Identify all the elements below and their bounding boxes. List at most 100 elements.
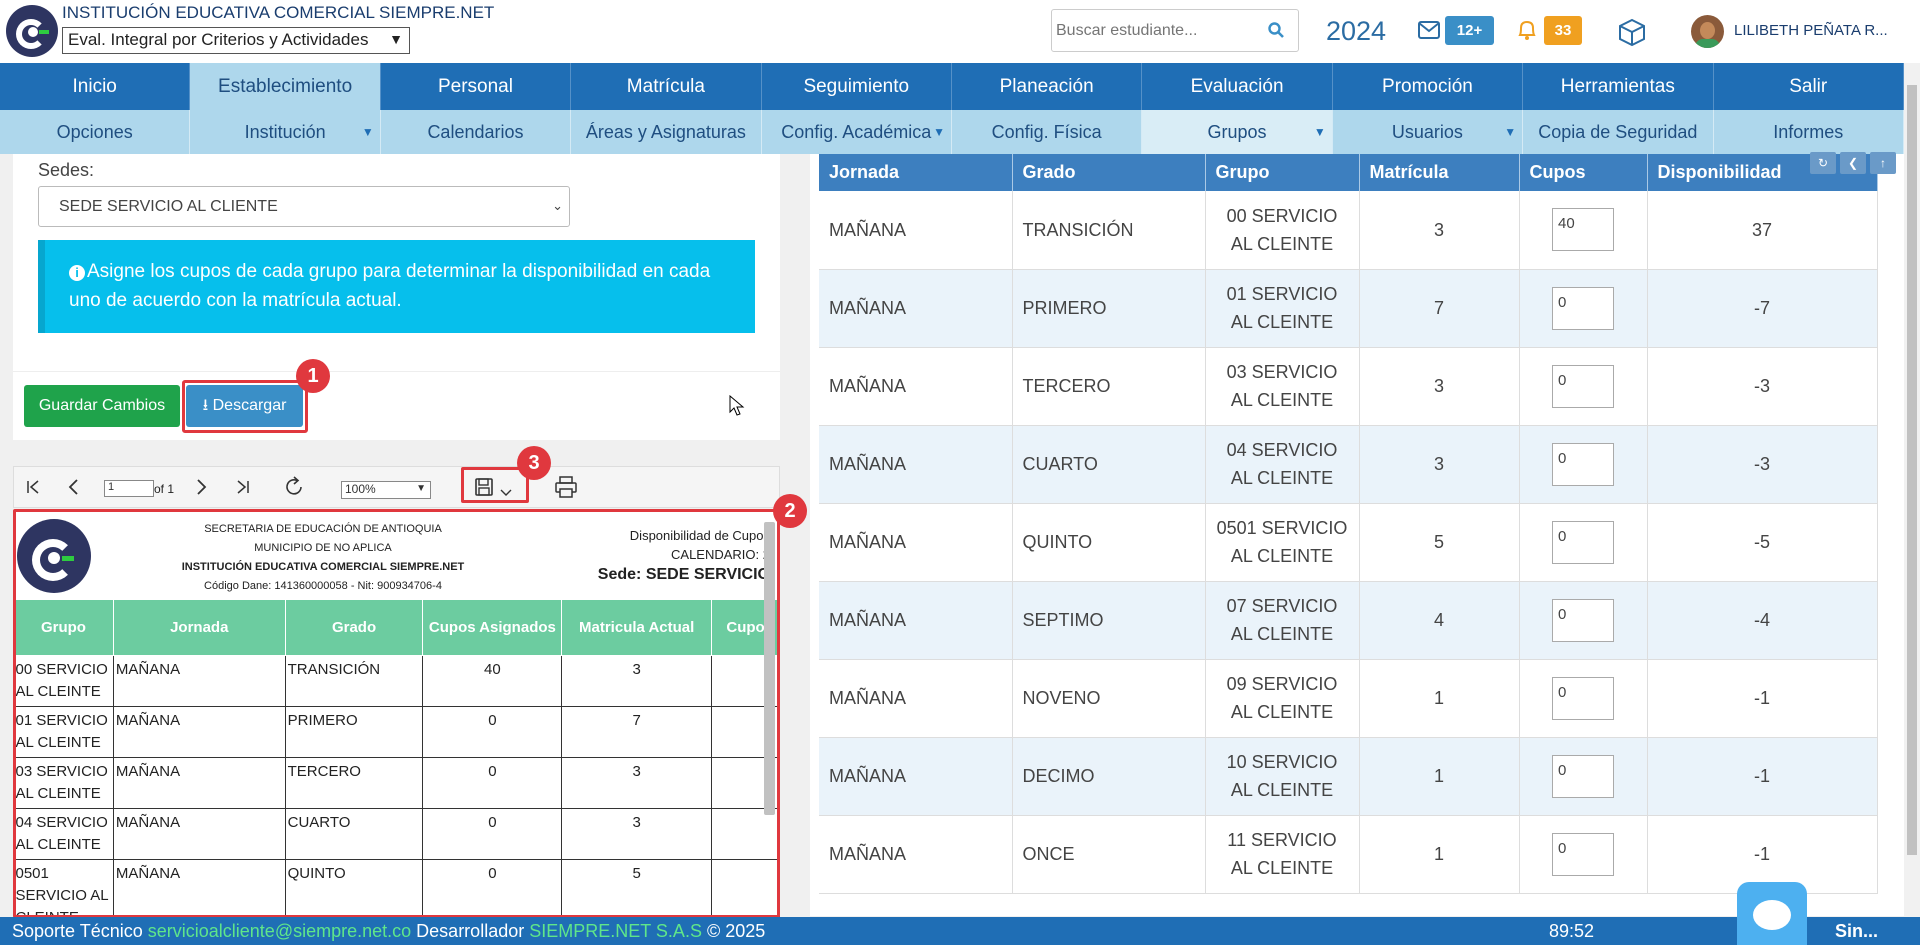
- cell-matricula: 3: [1359, 347, 1520, 426]
- next-page-icon[interactable]: [191, 477, 211, 497]
- cell-disponibilidad: -3: [1647, 347, 1878, 426]
- cupos-input[interactable]: 40: [1552, 208, 1614, 252]
- cube-icon[interactable]: [1617, 17, 1647, 47]
- cupos-input[interactable]: 0: [1552, 754, 1614, 798]
- subnav-areas[interactable]: Áreas y Asignaturas: [571, 110, 762, 154]
- last-page-icon[interactable]: [232, 477, 252, 497]
- collapse-left-icon[interactable]: ❮: [1840, 152, 1866, 174]
- table-row: MAÑANA PRIMERO 01 SERVICIO AL CLEINTE 7 0 -7: [819, 269, 1878, 348]
- print-icon[interactable]: [554, 475, 578, 499]
- marker-1: 1: [296, 359, 330, 393]
- subnav-usuarios[interactable]: Usuarios ▼: [1333, 110, 1524, 154]
- cell-grado: QUINTO: [1012, 503, 1206, 582]
- subnav-informes[interactable]: Informes: [1714, 110, 1904, 154]
- cupos-input[interactable]: 0: [1552, 598, 1614, 642]
- nav-salir[interactable]: Salir: [1714, 63, 1904, 110]
- student-search-input[interactable]: [1052, 10, 1242, 51]
- chat-widget-button[interactable]: [1737, 882, 1807, 945]
- nav-planeacion[interactable]: Planeación: [952, 63, 1143, 110]
- nav-evaluacion[interactable]: Evaluación: [1142, 63, 1333, 110]
- nav-herramientas[interactable]: Herramientas: [1523, 63, 1714, 110]
- cell-disponibilidad: -1: [1647, 659, 1878, 738]
- support-email-link[interactable]: servicioalcliente@siempre.net.co: [148, 921, 411, 941]
- page-number-input[interactable]: 1: [104, 480, 154, 497]
- cell-matricula: 7: [1359, 269, 1520, 348]
- chevron-down-icon: ⌄: [552, 198, 563, 213]
- user-name[interactable]: LILIBETH PEÑATA R...: [1734, 22, 1888, 39]
- refresh-icon[interactable]: [282, 475, 306, 499]
- nav-establecimiento[interactable]: Establecimiento: [190, 63, 381, 110]
- highlight-box-3: [461, 467, 529, 503]
- cupos-input[interactable]: 0: [1552, 520, 1614, 564]
- scrollbar-thumb[interactable]: [1907, 85, 1917, 855]
- info-icon: i: [69, 265, 85, 281]
- cupos-input[interactable]: 0: [1552, 286, 1614, 330]
- nav-promocion[interactable]: Promoción: [1333, 63, 1524, 110]
- messages-badge[interactable]: 12+: [1445, 16, 1494, 45]
- support-label: Soporte Técnico: [12, 921, 143, 941]
- main-nav: Inicio Establecimiento Personal Matrícul…: [0, 63, 1904, 110]
- first-page-icon[interactable]: [24, 477, 44, 497]
- cell-grado: NOVENO: [1012, 659, 1206, 738]
- cell-grupo: 11 SERVICIO AL CLEINTE: [1205, 815, 1360, 894]
- cell-grado: TRANSICIÓN: [1012, 191, 1206, 270]
- cell-matricula: 4: [1359, 581, 1520, 660]
- cell-disponibilidad: 37: [1647, 191, 1878, 270]
- subnav-institucion[interactable]: Institución ▼: [190, 110, 381, 154]
- user-avatar[interactable]: [1691, 15, 1724, 48]
- cell-grupo: 07 SERVICIO AL CLEINTE: [1205, 581, 1360, 660]
- cell-jornada: MAÑANA: [819, 581, 1013, 660]
- marker-3: 3: [517, 446, 551, 480]
- subnav-config-academica[interactable]: Config. Académica ▼: [762, 110, 952, 154]
- divider: [13, 371, 780, 372]
- academic-year[interactable]: 2024: [1326, 16, 1386, 47]
- cell-matricula: 1: [1359, 737, 1520, 816]
- caret-down-icon: ▼: [1504, 125, 1517, 139]
- cell-jornada: MAÑANA: [819, 737, 1013, 816]
- cupos-input[interactable]: 0: [1552, 676, 1614, 720]
- developer-link[interactable]: SIEMPRE.NET S.A.S: [529, 921, 702, 941]
- nav-inicio[interactable]: Inicio: [0, 63, 191, 110]
- cupos-input[interactable]: 0: [1552, 442, 1614, 486]
- nav-seguimiento[interactable]: Seguimiento: [762, 63, 952, 110]
- cupos-input[interactable]: 0: [1552, 364, 1614, 408]
- table-row: MAÑANA SEPTIMO 07 SERVICIO AL CLEINTE 4 0 -4: [819, 581, 1878, 660]
- cell-disponibilidad: -7: [1647, 269, 1878, 348]
- subnav-grupos[interactable]: Grupos ▼: [1142, 110, 1333, 154]
- cell-matricula: 5: [1359, 503, 1520, 582]
- subnav-calendarios[interactable]: Calendarios: [381, 110, 572, 154]
- save-changes-button[interactable]: Guardar Cambios: [24, 385, 180, 427]
- bell-icon[interactable]: [1516, 19, 1538, 41]
- refresh-icon[interactable]: ↻: [1810, 152, 1836, 174]
- cell-grupo: 10 SERVICIO AL CLEINTE: [1205, 737, 1360, 816]
- zoom-select[interactable]: 100% ▼: [341, 481, 431, 499]
- page-scrollbar[interactable]: [1904, 63, 1920, 917]
- subnav-config-fisica[interactable]: Config. Física: [952, 110, 1143, 154]
- table-row: MAÑANA ONCE 11 SERVICIO AL CLEINTE 1 0 -1: [819, 815, 1878, 894]
- subnav-label: Config. Académica: [781, 122, 932, 142]
- subnav-opciones[interactable]: Opciones: [0, 110, 191, 154]
- scroll-up-icon[interactable]: ↑: [1870, 152, 1896, 174]
- search-icon[interactable]: [1268, 22, 1284, 38]
- cupos-input[interactable]: 0: [1552, 832, 1614, 876]
- mouse-cursor-icon: [729, 395, 745, 416]
- session-timer: 89:52: [1549, 921, 1595, 941]
- zoom-value: 100%: [345, 482, 376, 496]
- nav-personal[interactable]: Personal: [381, 63, 572, 110]
- notifications-badge[interactable]: 33: [1544, 16, 1582, 45]
- subnav-label: Calendarios: [427, 122, 524, 142]
- prev-page-icon[interactable]: [64, 477, 84, 497]
- cell-grupo: 09 SERVICIO AL CLEINTE: [1205, 659, 1360, 738]
- chevron-down-icon: ▼: [416, 483, 426, 494]
- subnav-copia-seguridad[interactable]: Copia de Seguridad: [1523, 110, 1714, 154]
- subnav-label: Informes: [1773, 122, 1844, 142]
- nav-matricula[interactable]: Matrícula: [571, 63, 762, 110]
- sede-select[interactable]: SEDE SERVICIO AL CLIENTE ⌄: [38, 186, 570, 227]
- eval-mode-select[interactable]: Eval. Integral por Criterios y Actividad…: [62, 27, 410, 54]
- highlight-box-2: [13, 509, 780, 918]
- copyright: © 2025: [706, 921, 766, 941]
- mail-icon[interactable]: [1418, 21, 1440, 39]
- cell-grado: TERCERO: [1012, 347, 1206, 426]
- institution-logo: [6, 5, 58, 57]
- subnav-label: Opciones: [56, 122, 133, 142]
